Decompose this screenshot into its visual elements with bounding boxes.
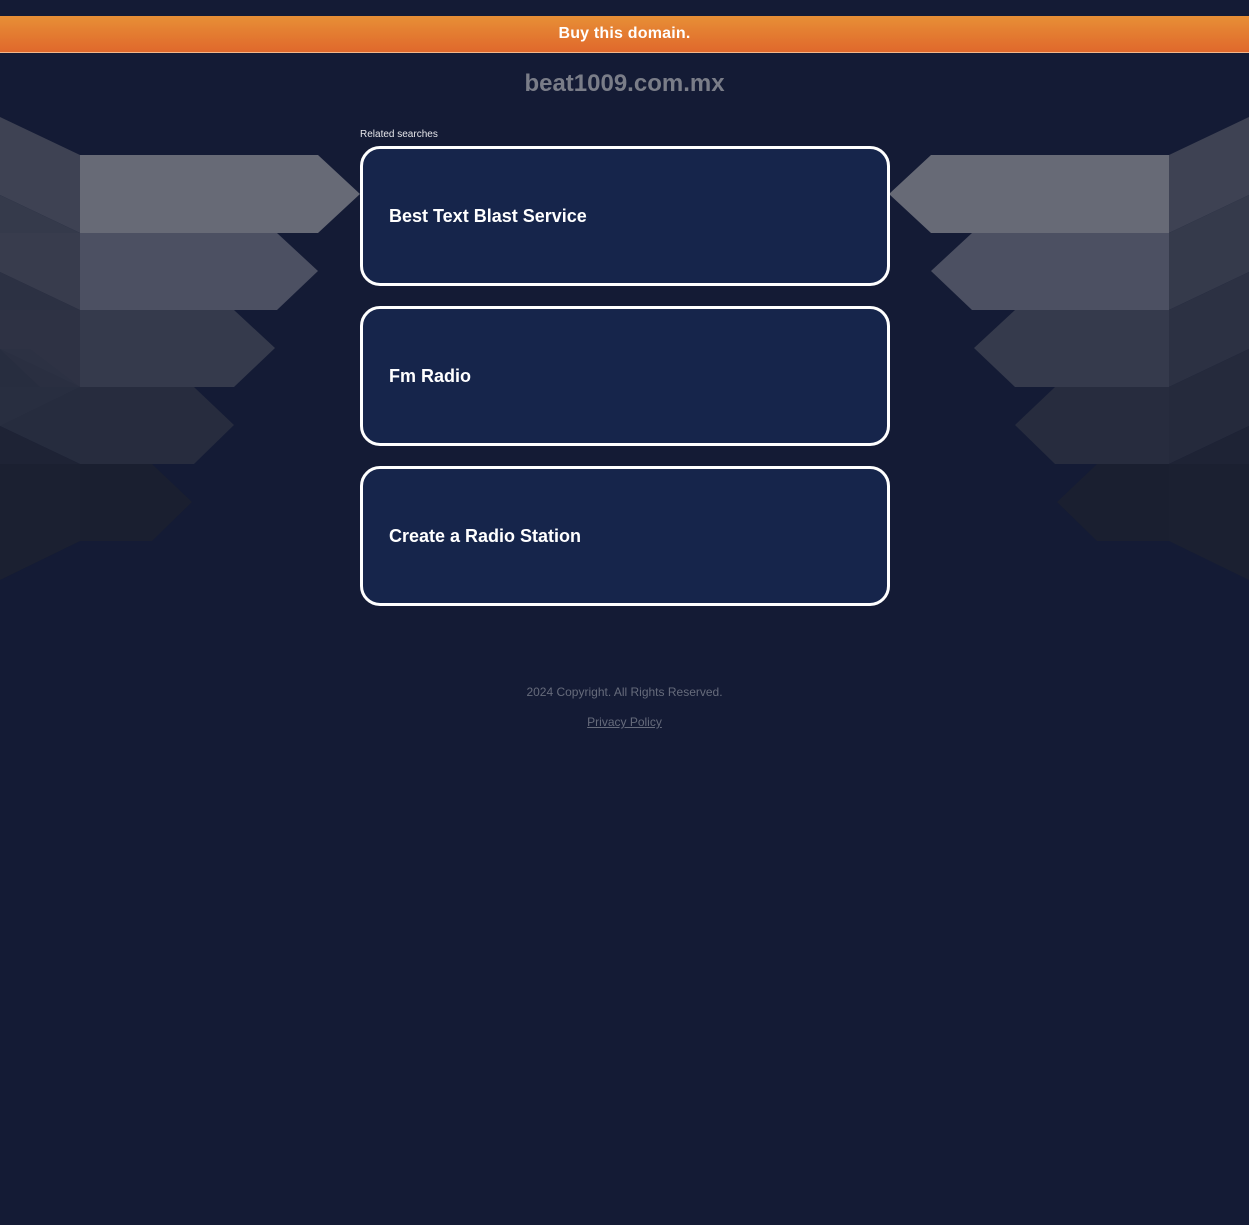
related-searches-label: Related searches (360, 129, 438, 140)
copyright-text: 2024 Copyright. All Rights Reserved. (526, 685, 723, 699)
related-search-link-create-a-radio-station[interactable]: Create a Radio Station (360, 466, 890, 606)
right-decoration (889, 117, 1249, 580)
domain-title: beat1009.com.mx (524, 70, 725, 97)
related-search-label[interactable]: Best Text Blast Service (389, 206, 587, 227)
related-search-label[interactable]: Create a Radio Station (389, 526, 581, 547)
page: Buy this domain. beat1009.com.mx Related… (0, 0, 1249, 1225)
privacy-policy-container: Privacy Policy (0, 714, 1249, 730)
buy-domain-banner[interactable]: Buy this domain. (0, 16, 1249, 53)
related-search-label[interactable]: Fm Radio (389, 366, 471, 387)
related-search-link-fm-radio[interactable]: Fm Radio (360, 306, 890, 446)
left-decoration (0, 117, 360, 580)
related-search-link-best-text-blast-service[interactable]: Best Text Blast Service (360, 146, 890, 286)
buy-domain-label[interactable]: Buy this domain. (558, 25, 690, 43)
privacy-policy-link[interactable]: Privacy Policy (587, 715, 662, 729)
